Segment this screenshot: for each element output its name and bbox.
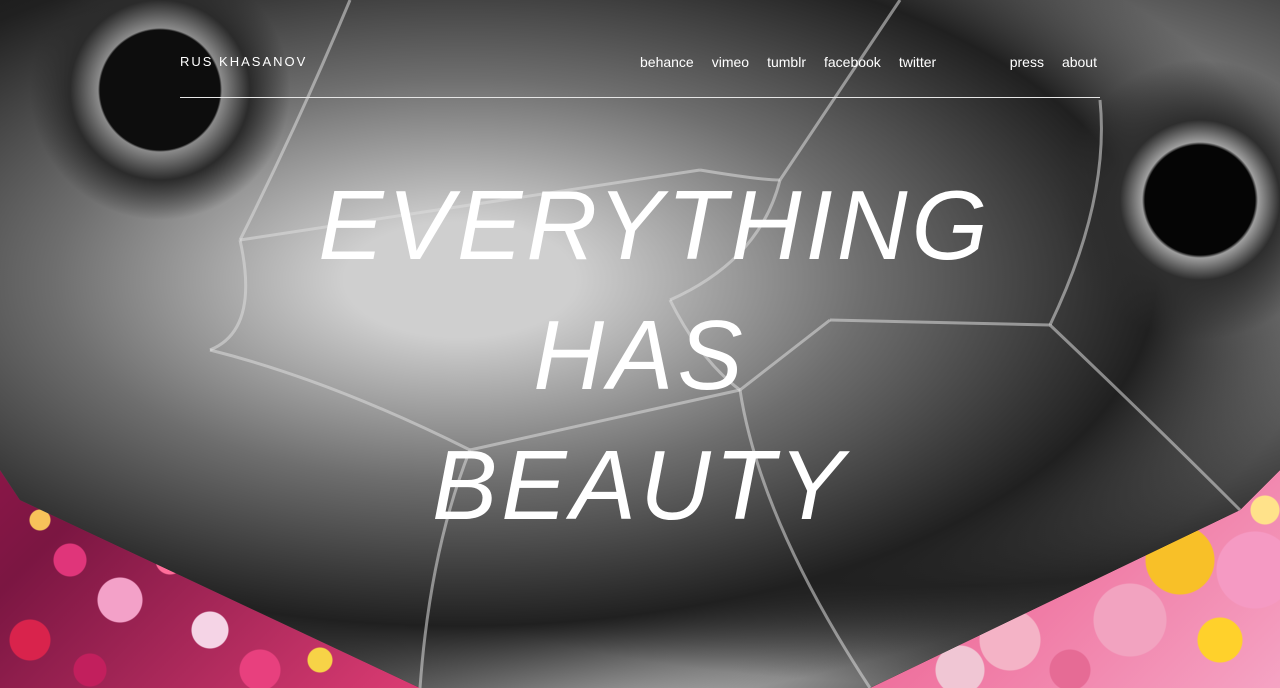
social-nav: behance vimeo tumblr facebook twitter bbox=[640, 54, 936, 70]
nav-link-behance[interactable]: behance bbox=[640, 54, 694, 70]
nav-link-facebook[interactable]: facebook bbox=[824, 54, 881, 70]
nav-link-about[interactable]: about bbox=[1062, 54, 1097, 70]
headline-line-2: HAS bbox=[533, 300, 747, 410]
headline-line-1: EVERYTHING bbox=[318, 170, 992, 280]
site-header: RUS KHASANOV behance vimeo tumblr facebo… bbox=[180, 0, 1100, 98]
brand-logo-text[interactable]: RUS KHASANOV bbox=[180, 54, 307, 69]
header-divider bbox=[180, 97, 1100, 98]
nav-link-tumblr[interactable]: tumblr bbox=[767, 54, 806, 70]
site-nav: press about bbox=[1010, 54, 1097, 70]
headline-line-3: BEAUTY bbox=[431, 430, 849, 540]
nav-link-vimeo[interactable]: vimeo bbox=[712, 54, 749, 70]
hero-headline: EVERYTHING HAS BEAUTY bbox=[0, 160, 1280, 550]
nav-link-twitter[interactable]: twitter bbox=[899, 54, 936, 70]
page: RUS KHASANOV behance vimeo tumblr facebo… bbox=[0, 0, 1280, 688]
nav-link-press[interactable]: press bbox=[1010, 54, 1044, 70]
